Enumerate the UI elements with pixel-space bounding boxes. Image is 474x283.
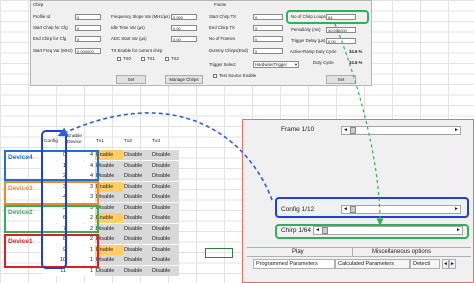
chirp-loops-arrow [334,23,384,226]
config-mapping-arrow [57,112,273,201]
annotation-arrows [57,23,384,226]
